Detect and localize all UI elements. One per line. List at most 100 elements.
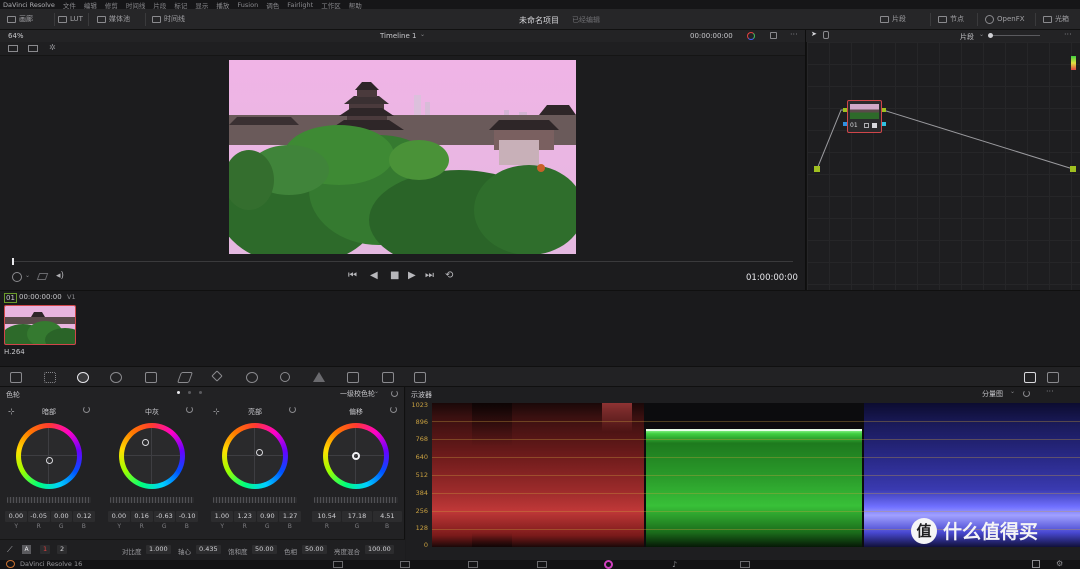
scrubber-track[interactable] bbox=[13, 261, 793, 262]
lut-button[interactable]: LUT bbox=[58, 13, 83, 25]
menu-fairlight[interactable]: Fairlight bbox=[287, 1, 313, 9]
menu-mark[interactable]: 标记 bbox=[174, 0, 187, 10]
color-page-icon[interactable] bbox=[604, 560, 613, 569]
play-icon[interactable]: ▶ bbox=[408, 270, 416, 281]
menu-trim[interactable]: 修剪 bbox=[105, 0, 118, 10]
menu-fusion[interactable]: Fusion bbox=[237, 1, 258, 9]
more-options-icon[interactable]: ··· bbox=[1046, 387, 1054, 396]
layers-icon[interactable] bbox=[36, 273, 49, 280]
layout-icon[interactable] bbox=[8, 45, 18, 52]
camera-raw-icon[interactable] bbox=[10, 372, 22, 383]
window-icon[interactable] bbox=[246, 372, 258, 383]
qualifier-icon[interactable] bbox=[211, 370, 223, 382]
skip-start-icon[interactable]: ⏮ bbox=[348, 270, 357, 281]
blur-icon[interactable] bbox=[313, 372, 325, 382]
split-icon[interactable] bbox=[28, 45, 38, 52]
motion-effects-icon[interactable] bbox=[145, 372, 157, 383]
value-g[interactable]: 0.00 bbox=[50, 511, 73, 522]
color-wheel[interactable] bbox=[16, 423, 82, 489]
color-wheels-tab-icon[interactable] bbox=[77, 372, 89, 383]
chevron-down-icon[interactable]: ⌄ bbox=[18, 31, 23, 38]
wheel-puck[interactable] bbox=[142, 439, 149, 446]
skip-end-icon[interactable]: ⏭ bbox=[425, 270, 434, 281]
color-wheel[interactable] bbox=[323, 423, 389, 489]
fusion-page-icon[interactable] bbox=[537, 561, 547, 568]
loop-icon[interactable]: ⟲ bbox=[445, 270, 453, 281]
pivot-value[interactable]: 0.435 bbox=[196, 545, 221, 554]
chevron-down-icon[interactable]: ⌄ bbox=[420, 31, 425, 38]
lum-mix-value[interactable]: 100.00 bbox=[365, 545, 394, 554]
color-wheel-icon[interactable] bbox=[747, 32, 755, 40]
clip-index[interactable]: 01 bbox=[4, 293, 17, 303]
value-y[interactable]: 0.00 bbox=[5, 511, 27, 522]
value-g[interactable]: -0.63 bbox=[153, 511, 176, 522]
master-wheel-slider[interactable] bbox=[110, 497, 194, 503]
media-pool-button[interactable]: 媒体池 bbox=[97, 13, 130, 25]
clip-selector-icon[interactable] bbox=[12, 272, 22, 282]
menu-view[interactable]: 显示 bbox=[195, 0, 208, 10]
more-options-icon[interactable]: ··· bbox=[1064, 30, 1072, 39]
scope-reset-icon[interactable] bbox=[1023, 390, 1030, 397]
rgb-mixer-icon[interactable] bbox=[110, 372, 122, 383]
nodes-button[interactable]: 节点 bbox=[938, 13, 964, 25]
hue-value[interactable]: 50.00 bbox=[302, 545, 327, 554]
color-wheel[interactable] bbox=[222, 423, 288, 489]
menu-timeline[interactable]: 时间线 bbox=[126, 0, 146, 10]
chevron-down-icon[interactable]: ⌄ bbox=[1010, 388, 1015, 395]
value-g[interactable]: 17.18 bbox=[342, 511, 372, 522]
home-icon[interactable] bbox=[1032, 560, 1040, 568]
info-icon[interactable] bbox=[1047, 372, 1059, 383]
menu-clip[interactable]: 片段 bbox=[153, 0, 166, 10]
node-zoom-handle[interactable] bbox=[988, 33, 993, 38]
video-frame[interactable] bbox=[229, 60, 576, 254]
viewer-timecode[interactable]: 00:00:00:00 bbox=[690, 32, 733, 40]
menu-help[interactable]: 帮助 bbox=[349, 0, 362, 10]
curves-icon[interactable] bbox=[176, 372, 194, 383]
color-wheel[interactable] bbox=[119, 423, 185, 489]
wheel-puck[interactable] bbox=[46, 457, 53, 464]
node-01[interactable]: 01 bbox=[843, 100, 886, 133]
saturation-value[interactable]: 50.00 bbox=[252, 545, 277, 554]
openfx-button[interactable]: OpenFX bbox=[985, 13, 1025, 25]
master-wheel-slider[interactable] bbox=[213, 497, 297, 503]
value-g[interactable]: 0.90 bbox=[256, 511, 279, 522]
color-match-icon[interactable] bbox=[44, 372, 56, 383]
value-r[interactable]: 10.54 bbox=[312, 511, 342, 522]
menu-color[interactable]: 调色 bbox=[266, 0, 279, 10]
menu-edit[interactable]: 编辑 bbox=[84, 0, 97, 10]
hand-tool-icon[interactable] bbox=[823, 31, 829, 39]
value-b[interactable]: -0.10 bbox=[176, 511, 198, 522]
viewer-options-icon[interactable] bbox=[770, 32, 777, 39]
pointer-tool-icon[interactable]: ➤ bbox=[811, 30, 817, 38]
node-key-output-port[interactable] bbox=[882, 122, 886, 126]
node-mode[interactable]: 片段 bbox=[960, 32, 974, 42]
menu-file[interactable]: 文件 bbox=[63, 0, 76, 10]
page-2-button[interactable]: 2 bbox=[57, 545, 68, 554]
reset-icon[interactable] bbox=[83, 406, 90, 413]
timeline-button[interactable]: 时间线 bbox=[152, 13, 185, 25]
value-b[interactable]: 4.51 bbox=[372, 511, 402, 522]
wheel-puck[interactable] bbox=[352, 452, 360, 460]
stop-icon[interactable]: ■ bbox=[390, 270, 399, 281]
chevron-down-icon[interactable]: ⌄ bbox=[25, 272, 30, 279]
node-output-port[interactable] bbox=[882, 108, 886, 112]
edit-page-icon[interactable] bbox=[468, 561, 478, 568]
gallery-button[interactable]: 画廊 bbox=[7, 13, 33, 25]
value-b[interactable]: 0.12 bbox=[73, 511, 95, 522]
3d-icon[interactable] bbox=[414, 372, 426, 383]
cut-page-icon[interactable] bbox=[400, 561, 410, 568]
highlight-icon[interactable]: ✲ bbox=[49, 43, 56, 52]
value-r[interactable]: 0.16 bbox=[130, 511, 153, 522]
tracker-icon[interactable] bbox=[280, 372, 290, 382]
speaker-icon[interactable]: ◂) bbox=[56, 271, 64, 281]
value-y[interactable]: 0.00 bbox=[108, 511, 130, 522]
scrubber-playhead[interactable] bbox=[12, 258, 14, 265]
menu-playback[interactable]: 播放 bbox=[216, 0, 229, 10]
clips-button[interactable]: 片段 bbox=[880, 13, 906, 25]
master-wheel-slider[interactable] bbox=[7, 497, 91, 503]
fairlight-page-icon[interactable]: ♪ bbox=[672, 560, 677, 569]
key-icon[interactable] bbox=[347, 372, 359, 383]
node-input-port[interactable] bbox=[843, 108, 847, 112]
value-y[interactable]: 1.00 bbox=[211, 511, 233, 522]
master-wheel-slider[interactable] bbox=[314, 497, 398, 503]
